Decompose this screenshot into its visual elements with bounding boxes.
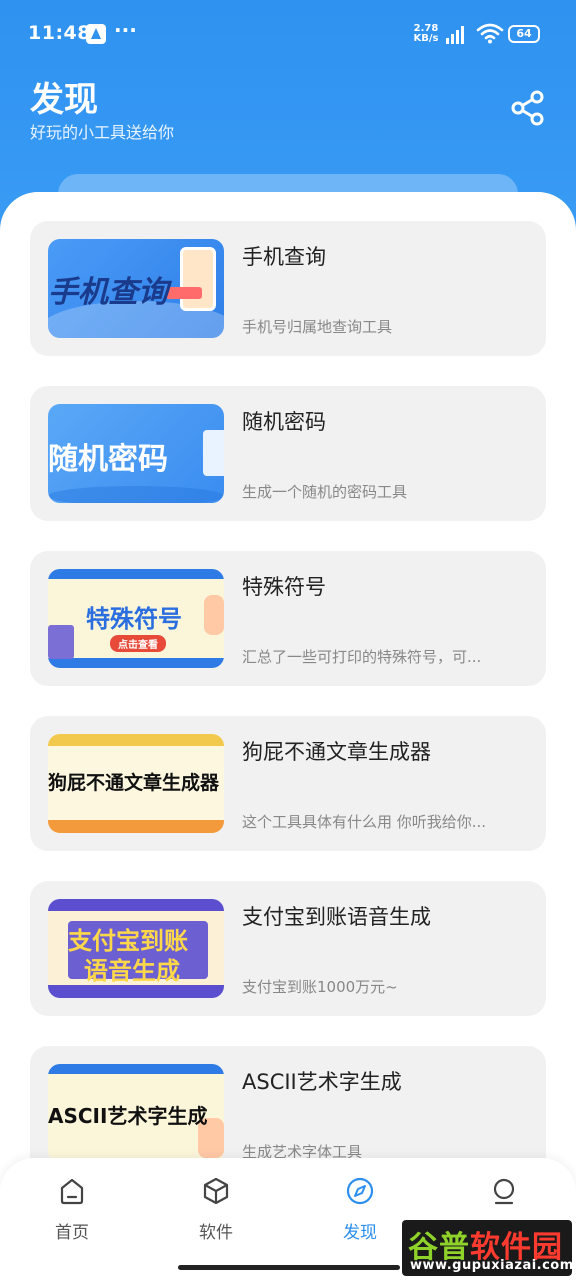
status-bar: 11:48 ··· 2.78 KB/s 64 <box>0 0 576 68</box>
tool-thumbnail: ASCII艺术字生成 <box>48 1064 224 1163</box>
tool-title: 特殊符号 <box>242 575 326 599</box>
thumb-text: ASCII艺术字生成 <box>48 1104 208 1128</box>
tool-description: 支付宝到账1000万元~ <box>242 978 398 996</box>
tool-description: 这个工具具体有什么用 你听我给你... <box>242 813 487 831</box>
nav-label-software: 软件 <box>199 1223 233 1243</box>
wifi-icon <box>476 23 504 44</box>
tool-card-alipay-voice-generator[interactable]: 支付宝到账 语音生成 支付宝到账语音生成 支付宝到账1000万元~ <box>30 881 546 1016</box>
signal-icon <box>446 24 468 44</box>
page-subtitle: 好玩的小工具送给你 <box>30 123 175 142</box>
tool-description: 汇总了一些可打印的特殊符号，可... <box>242 648 482 666</box>
thumb-text: 手机查询 <box>48 275 168 310</box>
thumb-text: 随机密码 <box>48 442 168 477</box>
thumb-button-text: 点击查看 <box>110 635 166 652</box>
share-icon[interactable] <box>508 88 548 128</box>
battery-indicator: 64 <box>508 25 540 43</box>
more-notifications-indicator: ··· <box>114 18 137 42</box>
thumb-text-line2: 语音生成 <box>84 957 180 985</box>
nav-label-discover: 发现 <box>343 1223 377 1243</box>
tool-thumbnail: 特殊符号 点击查看 <box>48 569 224 668</box>
tool-card-nonsense-article-generator[interactable]: 狗屁不通文章生成器 狗屁不通文章生成器 这个工具具体有什么用 你听我给你... <box>30 716 546 851</box>
tool-thumbnail: 狗屁不通文章生成器 <box>48 734 224 833</box>
home-icon <box>60 1178 84 1205</box>
box-icon <box>203 1177 229 1205</box>
nav-item-discover[interactable]: 发现 <box>315 1176 405 1246</box>
watermark-logo: 谷普软件园 www.gupuxiazai.com <box>402 1220 572 1276</box>
status-time: 11:48 <box>28 22 91 44</box>
tool-title: 随机密码 <box>242 410 326 434</box>
tool-card-random-password[interactable]: 随机密码 随机密码 生成一个随机的密码工具 <box>30 386 546 521</box>
nav-label-home: 首页 <box>55 1223 89 1243</box>
tool-title: 支付宝到账语音生成 <box>242 905 431 929</box>
nav-item-home[interactable]: 首页 <box>27 1176 117 1246</box>
tool-card-phone-lookup[interactable]: 手机查询 手机查询 手机号归属地查询工具 <box>30 221 546 356</box>
tool-title: ASCII艺术字生成 <box>242 1070 402 1094</box>
tool-thumbnail: 随机密码 <box>48 404 224 503</box>
home-indicator[interactable] <box>178 1265 400 1270</box>
network-speed-unit: KB/s <box>413 33 439 44</box>
compass-icon <box>346 1177 374 1205</box>
tool-thumbnail: 支付宝到账 语音生成 <box>48 899 224 998</box>
watermark-url: www.gupuxiazai.com <box>410 1258 572 1273</box>
tool-thumbnail: 手机查询 <box>48 239 224 338</box>
thumb-text: 特殊符号 <box>86 605 182 633</box>
tool-description: 生成一个随机的密码工具 <box>242 483 408 501</box>
tool-title: 手机查询 <box>242 245 326 269</box>
nav-item-software[interactable]: 软件 <box>171 1176 261 1246</box>
tool-title: 狗屁不通文章生成器 <box>242 740 431 764</box>
tool-card-special-symbols[interactable]: 特殊符号 点击查看 特殊符号 汇总了一些可打印的特殊符号，可... <box>30 551 546 686</box>
tool-description: 手机号归属地查询工具 <box>242 318 393 336</box>
tool-list: 手机查询 手机查询 手机号归属地查询工具 随机密码 随机密码 生成一个随机的密码… <box>0 192 576 1280</box>
page-title: 发现 <box>30 80 98 120</box>
network-speed: 2.78 KB/s <box>411 24 441 44</box>
thumb-text: 狗屁不通文章生成器 <box>48 772 220 794</box>
profile-icon <box>493 1178 515 1205</box>
app-notification-icon <box>86 24 106 44</box>
